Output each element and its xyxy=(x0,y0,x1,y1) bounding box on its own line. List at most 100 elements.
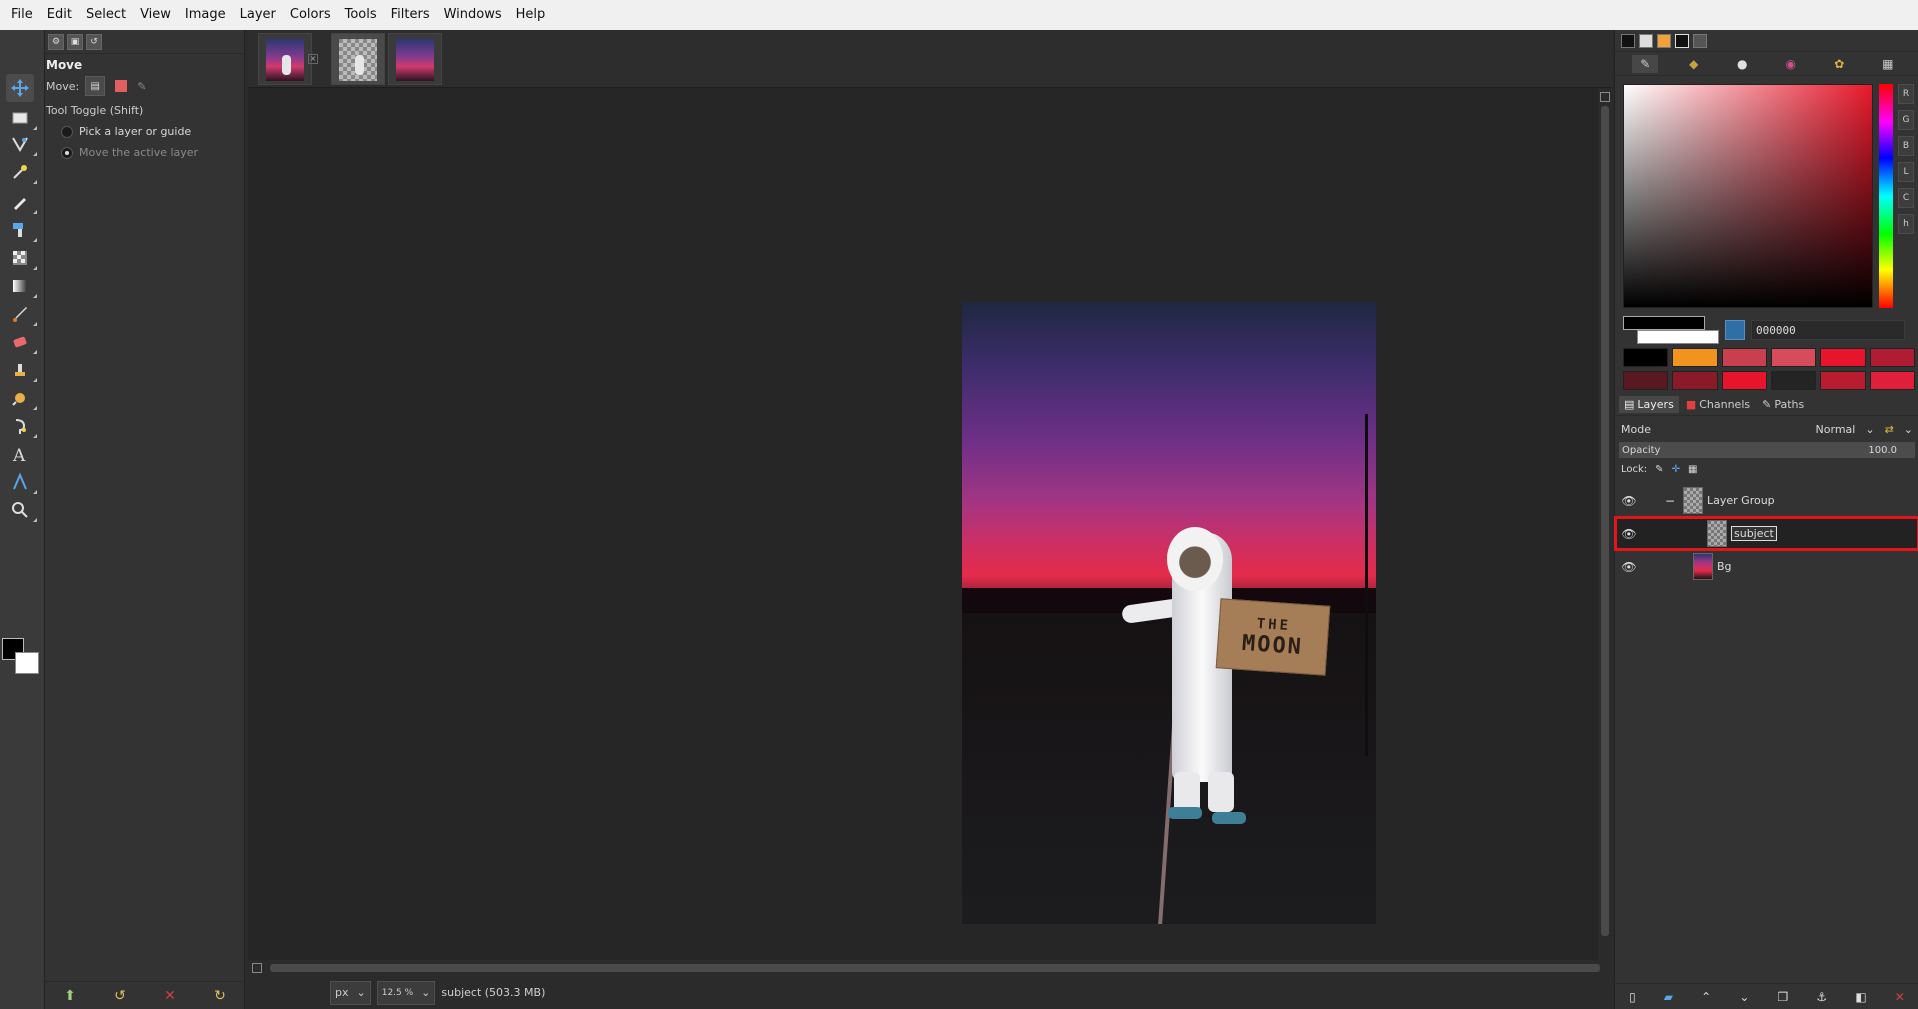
watercolor-tab-icon[interactable]: ✿ xyxy=(1826,55,1852,73)
background-color[interactable] xyxy=(1637,330,1719,344)
transform-icon[interactable] xyxy=(6,216,37,244)
warp-checker-icon[interactable] xyxy=(6,244,37,272)
eraser-icon[interactable] xyxy=(6,328,37,356)
fonts-tab-icon[interactable] xyxy=(1693,33,1707,48)
delete-options-icon[interactable]: ✕ xyxy=(164,988,176,1004)
history-swatch[interactable] xyxy=(1820,371,1866,390)
history-swatch[interactable] xyxy=(1672,371,1718,390)
lock-position-icon[interactable]: ✛ xyxy=(1672,464,1680,475)
image-tab-2[interactable] xyxy=(331,33,385,85)
foreground-color[interactable] xyxy=(1623,316,1705,330)
lock-alpha-icon[interactable]: ▦ xyxy=(1688,464,1697,475)
history-swatch[interactable] xyxy=(1721,371,1767,390)
dodge-burn-icon[interactable] xyxy=(6,412,37,440)
unit-select[interactable]: px ⌄ xyxy=(330,980,371,1005)
history-swatch[interactable] xyxy=(1869,348,1915,367)
move-layer-mode-button[interactable]: ▤ xyxy=(85,76,106,96)
channel-g-button[interactable]: G xyxy=(1898,110,1914,130)
smudge-icon[interactable] xyxy=(6,384,37,412)
zoom-select[interactable]: 12.5 % ⌄ xyxy=(376,980,436,1005)
fg-bg-color-tab-icon[interactable] xyxy=(1621,33,1635,48)
patterns-tab-icon[interactable] xyxy=(1657,33,1671,48)
wheel-tab-icon[interactable]: ● xyxy=(1729,55,1755,73)
history-swatch[interactable] xyxy=(1623,348,1669,367)
menu-file[interactable]: File xyxy=(4,0,40,30)
raise-layer-icon[interactable]: ⌃ xyxy=(1701,990,1711,1004)
history-swatch[interactable] xyxy=(1820,348,1866,367)
eyedropper-button[interactable] xyxy=(1725,320,1745,340)
move-path-mode-icon[interactable]: ✎ xyxy=(137,80,146,93)
fg-bg-indicator[interactable] xyxy=(1623,316,1723,346)
gradients-tab-icon[interactable] xyxy=(1675,33,1689,48)
reset-options-icon[interactable]: ↻ xyxy=(214,988,226,1004)
move-active-layer-radio[interactable]: Move the active layer xyxy=(45,142,244,163)
opacity-slider[interactable]: Opacity 100.0 xyxy=(1619,442,1915,458)
tab-layers[interactable]: ▤ Layers xyxy=(1619,396,1679,413)
gradient-icon[interactable] xyxy=(6,272,37,300)
palette-tab-icon[interactable]: ▦ xyxy=(1875,55,1901,73)
menu-view[interactable]: View xyxy=(133,0,178,30)
channel-c-button[interactable]: C xyxy=(1898,188,1914,208)
menu-windows[interactable]: Windows xyxy=(437,0,509,30)
history-swatch[interactable] xyxy=(1770,348,1817,367)
tab-channels[interactable]: ■ Channels xyxy=(1681,396,1755,413)
channel-r-button[interactable]: R xyxy=(1898,84,1914,104)
tool-options-tab-icon[interactable]: ⚙ xyxy=(48,33,64,50)
visibility-eye-icon[interactable]: 👁 xyxy=(1619,560,1639,574)
menu-layer[interactable]: Layer xyxy=(233,0,283,30)
hue-strip[interactable] xyxy=(1879,84,1893,308)
pick-layer-radio[interactable]: Pick a layer or guide xyxy=(45,121,244,142)
layer-row-layer-group[interactable]: 👁 − Layer Group xyxy=(1615,484,1918,517)
history-swatch[interactable] xyxy=(1721,348,1767,367)
quick-mask-icon[interactable] xyxy=(252,963,262,973)
canvas-area[interactable]: THE MOON xyxy=(248,88,1598,960)
menu-select[interactable]: Select xyxy=(79,0,133,30)
hex-input[interactable] xyxy=(1751,320,1905,340)
lower-layer-icon[interactable]: ⌄ xyxy=(1739,990,1749,1004)
lock-pixels-icon[interactable]: ✎ xyxy=(1655,464,1663,475)
composite-mode-icon[interactable]: ⇄ xyxy=(1885,423,1894,436)
menu-image[interactable]: Image xyxy=(178,0,233,30)
menu-tools[interactable]: Tools xyxy=(338,0,384,30)
visibility-eye-icon[interactable]: 👁 xyxy=(1619,494,1639,508)
device-status-tab-icon[interactable]: ▣ xyxy=(67,33,83,50)
color-picker-square[interactable] xyxy=(1623,84,1873,308)
scales-tab-icon[interactable]: ✎ xyxy=(1632,54,1659,73)
clone-stamp-icon[interactable] xyxy=(6,356,37,384)
image-tab-3[interactable] xyxy=(388,33,442,85)
history-swatch[interactable] xyxy=(1869,371,1915,390)
channel-b-button[interactable]: B xyxy=(1898,136,1914,156)
horizontal-scrollbar[interactable] xyxy=(248,960,1612,976)
layer-row-bg[interactable]: 👁 Bg xyxy=(1615,550,1918,583)
vertical-scrollbar[interactable] xyxy=(1598,88,1612,960)
history-swatch[interactable] xyxy=(1623,371,1669,390)
canvas-image[interactable]: THE MOON xyxy=(962,302,1376,924)
menu-filters[interactable]: Filters xyxy=(384,0,437,30)
menu-help[interactable]: Help xyxy=(509,0,553,30)
fg-bg-colors[interactable] xyxy=(2,638,42,678)
menu-colors[interactable]: Colors xyxy=(283,0,338,30)
collapse-group-icon[interactable]: − xyxy=(1663,494,1677,508)
navigate-icon[interactable] xyxy=(1600,92,1610,102)
channel-l-button[interactable]: L xyxy=(1898,162,1914,182)
free-select-icon[interactable] xyxy=(6,130,37,158)
mode-select[interactable]: Normal ⌄ ⇄ ⌄ xyxy=(1816,423,1913,436)
paths-pen-icon[interactable] xyxy=(6,188,37,216)
color-picker-icon[interactable] xyxy=(6,468,37,496)
delete-layer-icon[interactable]: ✕ xyxy=(1895,990,1905,1004)
save-options-icon[interactable]: ⬆ xyxy=(64,988,76,1004)
new-layer-icon[interactable]: ▯ xyxy=(1629,990,1636,1004)
restore-options-icon[interactable]: ↺ xyxy=(114,988,126,1004)
image-tab-1[interactable] xyxy=(258,33,312,85)
paintbrush-icon[interactable] xyxy=(6,300,37,328)
rect-select-icon[interactable] xyxy=(6,104,37,132)
layer-name-edit-field[interactable]: subject xyxy=(1731,526,1777,541)
zoom-icon[interactable] xyxy=(6,496,37,524)
tab-paths[interactable]: ✎ Paths xyxy=(1757,396,1809,413)
cmyk-tab-icon[interactable]: ◆ xyxy=(1681,55,1707,73)
close-tab-icon[interactable]: × xyxy=(308,54,318,64)
mask-layer-icon[interactable]: ◧ xyxy=(1855,990,1866,1004)
undo-history-tab-icon[interactable]: ↺ xyxy=(86,33,102,50)
visibility-eye-icon[interactable]: 👁 xyxy=(1619,527,1639,541)
new-group-icon[interactable]: ▰ xyxy=(1664,990,1673,1004)
